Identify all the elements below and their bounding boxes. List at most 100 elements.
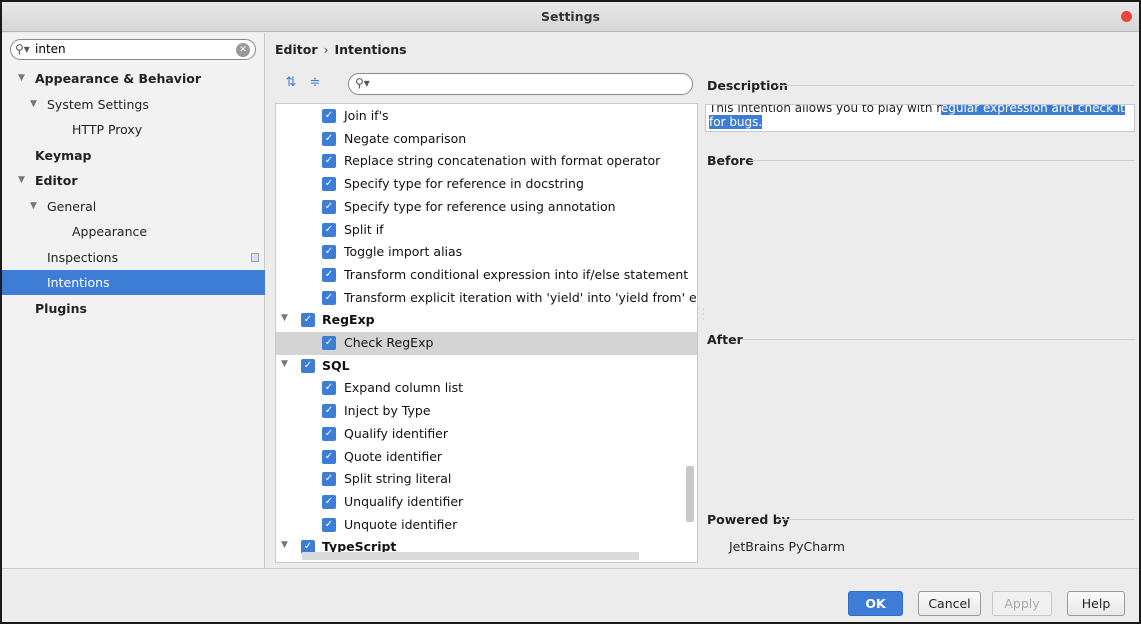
close-icon[interactable] (1121, 11, 1132, 22)
window-title: Settings (540, 9, 600, 24)
intention-item[interactable]: ✓ Qualify identifier (276, 423, 697, 446)
sidebar-item-label: System Settings (47, 96, 149, 112)
sidebar-item-appearance-behavior[interactable]: ▼ Appearance & Behavior (2, 66, 265, 91)
apply-button[interactable]: Apply (992, 591, 1052, 616)
sidebar-item-label: Appearance (72, 224, 148, 239)
description-header: Description (707, 78, 788, 93)
checkbox[interactable]: ✓ (322, 177, 336, 192)
checkbox[interactable]: ✓ (322, 267, 336, 282)
sidebar-item-http-proxy[interactable]: HTTP Proxy (2, 117, 265, 142)
checkbox[interactable]: ✓ (322, 494, 336, 509)
intention-item[interactable]: ✓ Transform conditional expression into i… (276, 264, 697, 287)
intention-label: Transform explicit iteration with 'yield… (344, 289, 698, 305)
breadcrumb: Editor › Intentions (275, 42, 407, 57)
checkbox[interactable]: ✓ (322, 131, 336, 146)
intention-item[interactable]: ✓ Join if's (276, 105, 697, 128)
divider (777, 85, 1135, 86)
intention-label: Specify type for reference in docstring (344, 176, 584, 192)
checkbox[interactable]: ✓ (322, 336, 336, 350)
breadcrumb-separator: › (323, 42, 329, 57)
ok-button[interactable]: OK (848, 591, 903, 616)
settings-sidebar: ⚲▾ inten ✕ ▼ Appearance & Behavior ▼ System… (2, 33, 265, 568)
sidebar-item-keymap[interactable]: Keymap (2, 143, 265, 168)
title-bar[interactable]: Settings (2, 2, 1139, 32)
clear-search-icon[interactable]: ✕ (236, 43, 250, 57)
after-header: After (707, 332, 743, 347)
checkbox[interactable]: ✓ (322, 517, 336, 532)
checkbox[interactable]: ✓ (301, 358, 315, 373)
intention-label: Expand column list (344, 380, 464, 396)
expand-all-icon[interactable]: ⇅ (284, 76, 298, 90)
horizontal-scrollbar[interactable] (302, 552, 639, 560)
sidebar-item-label: Editor (35, 173, 78, 188)
intentions-tree: ✓ Join if's ✓ Negate comparison ✓ Replace str… (275, 103, 698, 563)
intention-label: Toggle import alias (344, 244, 463, 260)
divider (749, 160, 1135, 161)
sidebar-item-label: Appearance & Behavior (35, 71, 201, 86)
checkbox[interactable]: ✓ (322, 290, 336, 305)
intention-item[interactable]: ✓ Specify type for reference using annota… (276, 196, 697, 219)
checkbox[interactable]: ✓ (322, 222, 336, 237)
intention-label: Specify type for reference using annotat… (344, 198, 616, 214)
breadcrumb-current: Intentions (334, 42, 407, 57)
checkbox[interactable]: ✓ (322, 109, 336, 123)
powered-by-value: JetBrains PyCharm (729, 539, 845, 554)
expand-arrow-icon[interactable]: ▼ (30, 194, 37, 219)
sidebar-item-label: Intentions (47, 275, 110, 290)
cancel-button[interactable]: Cancel (918, 591, 981, 616)
breadcrumb-parent: Editor (275, 42, 318, 57)
splitter-handle[interactable]: · · · (702, 306, 705, 324)
intention-item[interactable]: ✓ Check RegExp (276, 332, 697, 355)
vertical-scrollbar[interactable] (686, 466, 694, 522)
sidebar-item-inspections[interactable]: Inspections (2, 245, 265, 270)
intention-label: SQL (322, 357, 350, 373)
sidebar-item-label: Keymap (35, 147, 92, 163)
expand-arrow-icon[interactable]: ▼ (281, 359, 288, 369)
intention-label: RegExp (322, 312, 375, 328)
expand-arrow-icon[interactable]: ▼ (281, 540, 288, 550)
intention-item[interactable]: ✓ Specify type for reference in docstring (276, 173, 697, 196)
sidebar-item-editor[interactable]: ▼ Editor (2, 168, 265, 193)
sidebar-item-intentions[interactable]: Intentions (2, 270, 265, 295)
sidebar-item-general[interactable]: ▼ General (2, 194, 265, 219)
checkbox[interactable]: ✓ (322, 154, 336, 169)
intention-label: Split if (344, 221, 384, 237)
intention-item[interactable]: ✓ Unquote identifier (276, 514, 697, 537)
sidebar-item-appearance[interactable]: Appearance (2, 219, 265, 244)
intention-item[interactable]: ✓ Toggle import alias (276, 241, 697, 264)
checkbox[interactable]: ✓ (301, 313, 315, 328)
intention-item[interactable]: ✓ Transform explicit iteration with 'yiel… (276, 287, 698, 310)
description-plain: This intention allows you to play with r (709, 104, 941, 115)
sidebar-search-input[interactable]: ⚲▾ inten ✕ (10, 39, 256, 60)
sidebar-item-system-settings[interactable]: ▼ System Settings (2, 92, 265, 117)
intention-item[interactable]: ✓ Split string literal (276, 468, 697, 491)
intention-group[interactable]: ▼ ✓ SQL (276, 355, 697, 378)
intention-label: Unquote identifier (344, 516, 458, 532)
intention-item[interactable]: ✓ Unqualify identifier (276, 491, 697, 514)
intention-item[interactable]: ✓ Expand column list (276, 377, 697, 400)
checkbox[interactable]: ✓ (322, 426, 336, 441)
expand-arrow-icon[interactable]: ▼ (30, 92, 37, 117)
checkbox[interactable]: ✓ (322, 381, 336, 396)
help-button[interactable]: Help (1067, 591, 1125, 616)
checkbox[interactable]: ✓ (322, 199, 336, 214)
checkbox[interactable]: ✓ (322, 404, 336, 419)
checkbox[interactable]: ✓ (322, 449, 336, 464)
intention-item[interactable]: ✓ Negate comparison (276, 128, 697, 151)
intention-item[interactable]: ✓ Replace string concatenation with forma… (276, 150, 697, 173)
checkbox[interactable]: ✓ (322, 472, 336, 487)
intentions-search-input[interactable]: ⚲▾ (348, 73, 693, 95)
sidebar-item-plugins[interactable]: Plugins (2, 296, 265, 321)
intention-group[interactable]: ▼ ✓ RegExp (276, 309, 697, 332)
expand-arrow-icon[interactable]: ▼ (18, 168, 25, 193)
collapse-all-icon[interactable]: ≑ (308, 76, 322, 90)
expand-arrow-icon[interactable]: ▼ (18, 66, 25, 91)
intention-item[interactable]: ✓ Split if (276, 219, 697, 242)
divider (742, 339, 1135, 340)
intention-item[interactable]: ✓ Inject by Type (276, 400, 697, 423)
description-box[interactable]: This intention allows you to play with r… (705, 104, 1135, 132)
expand-arrow-icon[interactable]: ▼ (281, 313, 288, 323)
intention-label: Check RegExp (344, 335, 434, 350)
intention-item[interactable]: ✓ Quote identifier (276, 446, 697, 469)
checkbox[interactable]: ✓ (322, 245, 336, 260)
